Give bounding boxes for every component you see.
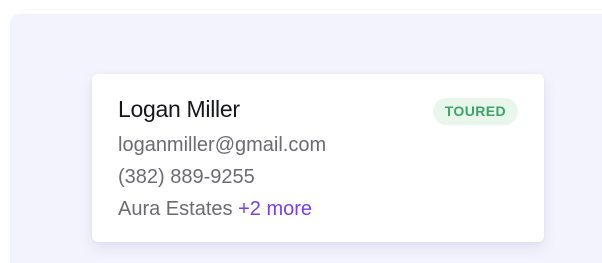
- status-badge: TOURED: [432, 98, 518, 125]
- background-panel: Logan Miller TOURED loganmiller@gmail.co…: [10, 14, 602, 263]
- more-properties-link[interactable]: +2 more: [238, 198, 312, 220]
- property-name: Aura Estates: [118, 198, 233, 220]
- contact-phone: (382) 889-9255: [118, 166, 255, 188]
- contact-properties: Aura Estates +2 more: [118, 198, 312, 221]
- contact-email: loganmiller@gmail.com: [118, 134, 327, 156]
- contact-card[interactable]: Logan Miller TOURED loganmiller@gmail.co…: [92, 74, 544, 242]
- contact-name: Logan Miller: [118, 96, 240, 122]
